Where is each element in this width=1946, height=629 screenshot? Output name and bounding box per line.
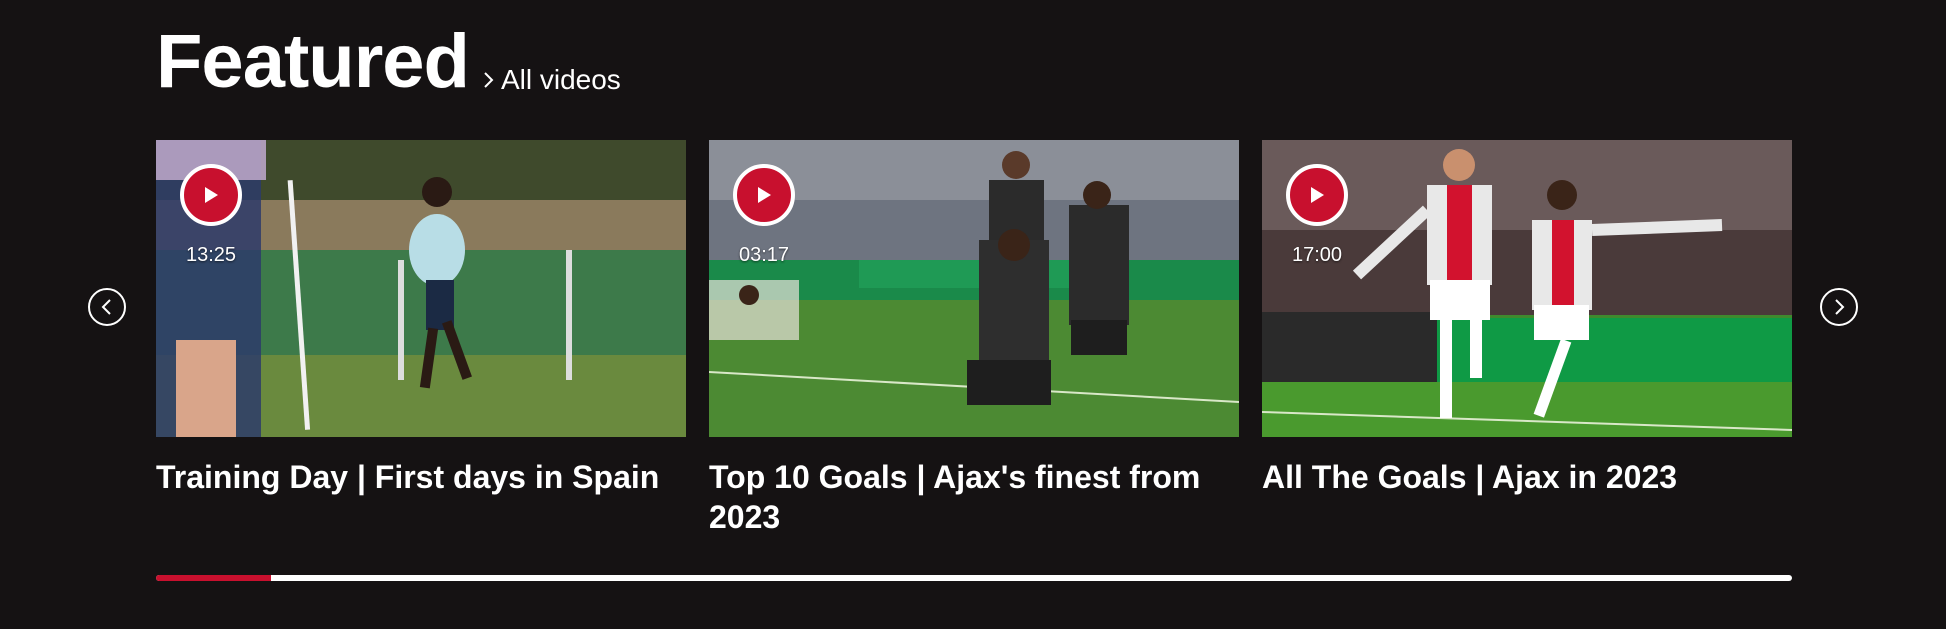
chevron-left-icon <box>101 299 111 315</box>
video-duration: 03:17 <box>738 244 790 266</box>
section-title: Featured <box>156 19 470 104</box>
video-duration: 17:00 <box>1291 244 1343 266</box>
featured-videos-section: Featured All videos 13:25 Training Day |… <box>0 0 1946 629</box>
all-videos-label: All videos <box>500 64 621 95</box>
video-thumbnail[interactable]: 13:25 <box>156 140 686 437</box>
video-title[interactable]: Training Day | First days in Spain <box>156 457 686 497</box>
carousel-next-button[interactable] <box>1820 288 1858 326</box>
play-button[interactable] <box>733 164 795 226</box>
video-card[interactable]: 13:25 Training Day | First days in Spain <box>156 140 686 497</box>
video-carousel: 13:25 Training Day | First days in Spain <box>156 140 1792 540</box>
play-button[interactable] <box>180 164 242 226</box>
video-thumbnail[interactable]: 17:00 <box>1262 140 1792 437</box>
carousel-progress-fill <box>156 575 271 581</box>
video-title[interactable]: All The Goals | Ajax in 2023 <box>1262 457 1792 497</box>
play-icon <box>758 187 771 203</box>
video-card[interactable]: 17:00 All The Goals | Ajax in 2023 <box>1262 140 1792 497</box>
carousel-prev-button[interactable] <box>88 288 126 326</box>
play-button[interactable] <box>1286 164 1348 226</box>
section-header: Featured All videos <box>156 22 621 102</box>
play-icon <box>205 187 218 203</box>
chevron-right-icon <box>1835 299 1845 315</box>
play-icon <box>1311 187 1324 203</box>
all-videos-link[interactable]: All videos <box>481 64 621 96</box>
video-duration: 13:25 <box>185 244 237 266</box>
video-thumbnail[interactable]: 03:17 <box>709 140 1239 437</box>
chevron-right-icon <box>484 72 494 88</box>
carousel-progress-bar[interactable] <box>156 575 1792 581</box>
video-card[interactable]: 03:17 Top 10 Goals | Ajax's finest from … <box>709 140 1239 537</box>
video-title[interactable]: Top 10 Goals | Ajax's finest from 2023 <box>709 457 1239 537</box>
